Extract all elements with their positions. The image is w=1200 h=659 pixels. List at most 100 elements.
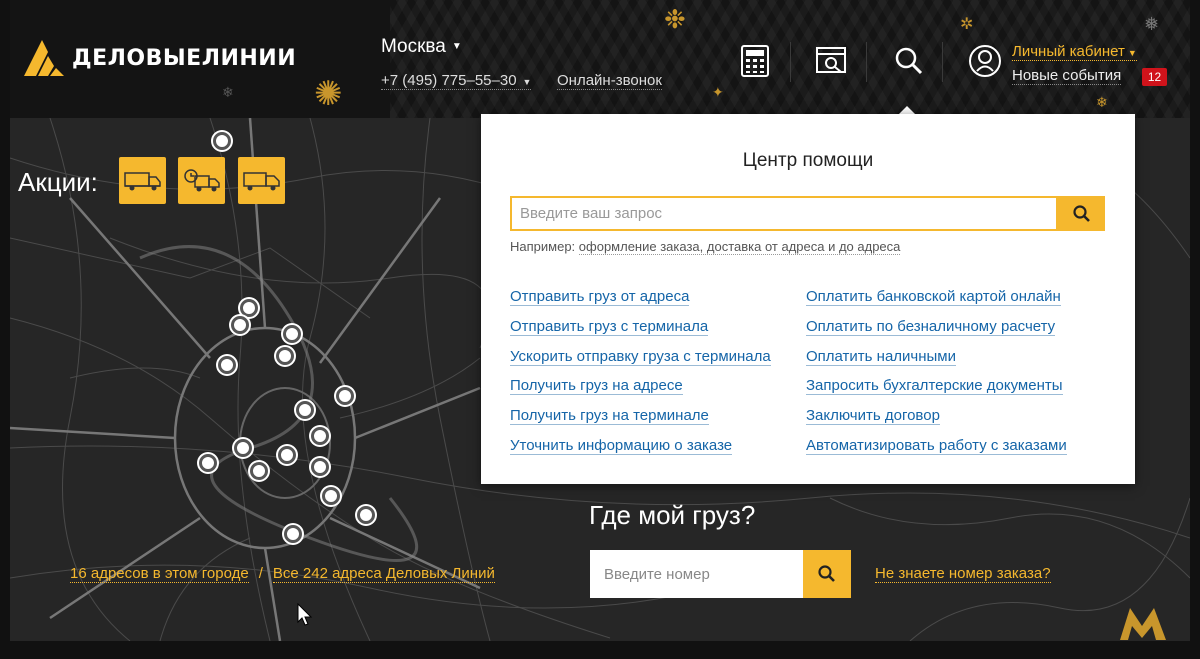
events-link[interactable]: Новые события: [1012, 67, 1122, 85]
help-links-left: Отправить груз от адреса Отправить груз …: [510, 286, 771, 465]
example-label: Например:: [510, 239, 576, 254]
terminal-marker[interactable]: [283, 325, 301, 343]
help-link-label: Уточнить информацию о заказе: [510, 436, 733, 455]
search-icon: [1072, 204, 1090, 222]
terminal-marker[interactable]: [234, 439, 252, 457]
help-link[interactable]: Оплатить наличными: [806, 346, 1067, 376]
help-link[interactable]: Отправить груз с терминала: [510, 316, 771, 346]
help-link[interactable]: Заключить договор: [806, 405, 1067, 435]
help-link[interactable]: Отправить груз от адреса: [510, 286, 771, 316]
frame-right: [1190, 0, 1200, 659]
search-icon: [818, 565, 835, 582]
online-call-link[interactable]: Онлайн-звонок: [557, 72, 662, 90]
snowflake-icon: ❄: [1096, 94, 1108, 110]
frame-left: [0, 0, 10, 659]
calculator-icon[interactable]: [738, 44, 772, 78]
brand-corner-icon: [1120, 608, 1166, 640]
terminal-marker[interactable]: [278, 446, 296, 464]
help-link[interactable]: Ускорить отправку груза с терминала: [510, 346, 771, 376]
promo-cargo-truck-button[interactable]: [238, 157, 285, 204]
terminal-marker[interactable]: [296, 401, 314, 419]
help-link-label: Оплатить по безналичному расчету: [806, 317, 1056, 336]
phone-number: +7 (495) 775–55–30: [381, 72, 517, 89]
header-divider: [866, 42, 867, 82]
city-selector[interactable]: Москва ▼: [381, 36, 462, 58]
truck-icon: [123, 171, 161, 190]
help-link-label: Оплатить наличными: [806, 347, 956, 366]
help-link[interactable]: Оплатить банковской картой онлайн: [806, 286, 1067, 316]
chevron-down-icon: ▼: [1127, 48, 1137, 58]
help-link-label: Отправить груз от адреса: [510, 288, 690, 306]
help-link-label: Получить груз на адресе: [510, 377, 683, 396]
help-link-label: Автоматизировать работу с заказами: [806, 436, 1067, 455]
snowflake-icon: ❄: [222, 84, 234, 100]
help-link-label: Заключить договор: [806, 407, 940, 426]
terminal-marker[interactable]: [311, 458, 329, 476]
terminal-marker[interactable]: [240, 299, 258, 317]
terminal-marker[interactable]: [218, 356, 236, 374]
snowflake-icon: ✺: [314, 75, 343, 113]
chevron-down-icon: ▼: [451, 41, 462, 53]
terminal-marker[interactable]: [199, 454, 217, 472]
terminal-marker[interactable]: [357, 506, 375, 524]
tracking-icon[interactable]: [814, 44, 848, 78]
map-address-links: 16 адресов в этом городе / Все 242 адреса …: [70, 565, 495, 583]
snowflake-icon: ❅: [1144, 14, 1160, 34]
header-divider: [942, 42, 943, 82]
promo-title: Акции:: [18, 167, 98, 197]
help-link-label: Ускорить отправку груза с терминала: [510, 347, 771, 366]
terminal-marker[interactable]: [336, 387, 354, 405]
logo-text: ДЕЛОВЫЕЛИНИИ: [72, 45, 297, 71]
help-link[interactable]: Запросить бухгалтерские документы: [806, 375, 1067, 405]
terminal-marker[interactable]: [250, 462, 268, 480]
cargo-truck-icon: [242, 171, 280, 190]
help-links-right: Оплатить банковской картой онлайн Оплати…: [806, 286, 1067, 465]
terminal-marker[interactable]: [231, 316, 249, 334]
help-link-label: Оплатить банковской картой онлайн: [806, 288, 1061, 306]
logo[interactable]: ДЕЛОВЫЕЛИНИИ: [20, 36, 296, 80]
terminal-marker[interactable]: [322, 487, 340, 505]
frame-bottom: [0, 641, 1200, 659]
terminal-marker[interactable]: [311, 427, 329, 445]
phone-selector[interactable]: +7 (495) 775–55–30 ▼: [381, 72, 532, 90]
city-name: Москва: [381, 36, 446, 57]
help-link-label: Получить груз на терминале: [510, 407, 709, 426]
terminal-marker[interactable]: [213, 132, 231, 150]
terminal-marker[interactable]: [284, 525, 302, 543]
terminal-marker[interactable]: [276, 347, 294, 365]
example-text[interactable]: оформление заказа, доставка от адреса и …: [578, 239, 901, 255]
unknown-order-number-link[interactable]: Не знаете номер заказа?: [875, 565, 1051, 583]
help-search-button[interactable]: [1058, 196, 1105, 231]
help-example: Например: оформление заказа, доставка от…: [510, 239, 901, 255]
tracking-search-button[interactable]: [803, 550, 851, 598]
help-link-label: Отправить груз с терминала: [510, 317, 709, 336]
help-link[interactable]: Оплатить по безналичному расчету: [806, 316, 1067, 346]
help-link[interactable]: Автоматизировать работу с заказами: [806, 435, 1067, 465]
help-link[interactable]: Уточнить информацию о заказе: [510, 435, 771, 465]
account-label: Личный кабинет: [1012, 43, 1125, 60]
account-link[interactable]: Личный кабинет ▼: [1012, 43, 1137, 61]
promo-truck-button[interactable]: [119, 157, 166, 204]
snowflake-icon: ✦: [712, 84, 724, 100]
tracking-number-input[interactable]: [590, 550, 803, 598]
link-separator: /: [258, 565, 263, 582]
chevron-down-icon: ▼: [522, 77, 532, 87]
header-divider: [790, 42, 791, 82]
snowflake-icon: ✲: [960, 16, 974, 33]
help-link[interactable]: Получить груз на адресе: [510, 375, 771, 405]
help-link[interactable]: Получить груз на терминале: [510, 405, 771, 435]
events-badge: 12: [1142, 68, 1167, 86]
search-icon[interactable]: [892, 44, 926, 78]
snowflake-icon: ❉: [664, 4, 686, 34]
mouse-cursor-icon: [297, 603, 313, 626]
tracking-title: Где мой груз?: [589, 500, 756, 530]
promo-timed-delivery-button[interactable]: [178, 157, 225, 204]
help-center-dropdown: Центр помощи Например: оформление заказа…: [481, 114, 1135, 484]
all-addresses-link[interactable]: Все 242 адреса Деловых Линий: [272, 565, 495, 583]
logo-icon: [24, 40, 64, 76]
help-link-label: Запросить бухгалтерские документы: [806, 377, 1063, 396]
timed-delivery-icon: [183, 168, 220, 191]
account-icon[interactable]: [968, 44, 1002, 78]
city-addresses-link[interactable]: 16 адресов в этом городе: [70, 565, 249, 583]
help-search-input[interactable]: [510, 196, 1058, 231]
